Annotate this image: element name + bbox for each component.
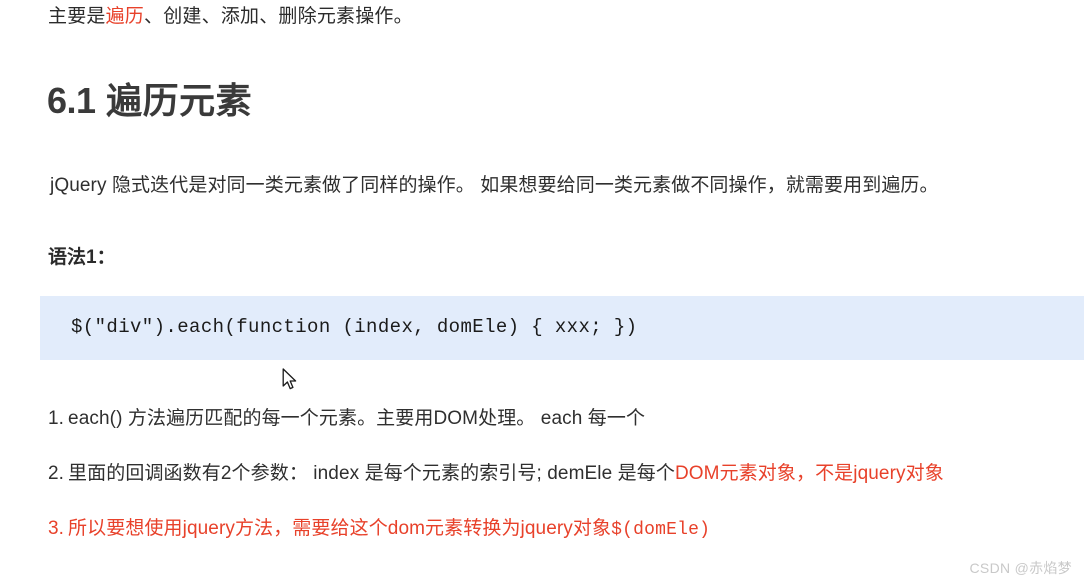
list-marker: 2. bbox=[48, 463, 65, 484]
intro-highlight: 遍历 bbox=[105, 6, 145, 27]
list-item: 1. each() 方法遍历匹配的每一个元素。主要用DOM处理。 each 每一个 bbox=[48, 404, 645, 434]
intro-suffix: 、创建、添加、删除元素操作。 bbox=[144, 6, 413, 27]
code-snippet: $("div").each(function (index, domEle) {… bbox=[71, 316, 638, 338]
list-item-text: 所以要想使用jquery方法，需要给这个dom元素转换为jquery对象 bbox=[68, 518, 612, 539]
list-item-emphasis: DOM元素对象，不是jquery对象 bbox=[674, 463, 944, 484]
intro-line: 主要是遍历、创建、添加、删除元素操作。 bbox=[48, 2, 413, 32]
heading-text: 遍历元素 bbox=[106, 79, 253, 121]
list-marker: 3. bbox=[48, 518, 65, 539]
list-marker: 1. bbox=[48, 408, 65, 429]
intro-prefix: 主要是 bbox=[48, 6, 106, 27]
list-item-text: 里面的回调函数有2个参数： index 是每个元素的索引号; demEle 是每… bbox=[68, 463, 675, 484]
mouse-pointer-icon bbox=[282, 368, 298, 392]
watermark: CSDN @赤焰梦 bbox=[969, 560, 1072, 576]
syntax-label: 语法1： bbox=[48, 247, 116, 268]
heading-number: 6.1 bbox=[47, 79, 96, 121]
list-item-text: each() 方法遍历匹配的每一个元素。主要用DOM处理。 each 每一个 bbox=[68, 408, 646, 429]
list-item: 3. 所以要想使用jquery方法，需要给这个dom元素转换为jquery对象$(… bbox=[48, 514, 710, 545]
body-paragraph: jQuery 隐式迭代是对同一类元素做了同样的操作。 如果想要给同一类元素做不同… bbox=[50, 175, 939, 196]
article-page: 主要是遍历、创建、添加、删除元素操作。 6.1 遍历元素 jQuery 隐式迭代… bbox=[0, 0, 1084, 586]
list-item-code: $(domEle) bbox=[611, 520, 711, 540]
page-title: 6.1 遍历元素 bbox=[47, 78, 252, 124]
code-block: $("div").each(function (index, domEle) {… bbox=[40, 296, 1084, 360]
list-item: 2. 里面的回调函数有2个参数： index 是每个元素的索引号; demEle … bbox=[48, 459, 944, 489]
